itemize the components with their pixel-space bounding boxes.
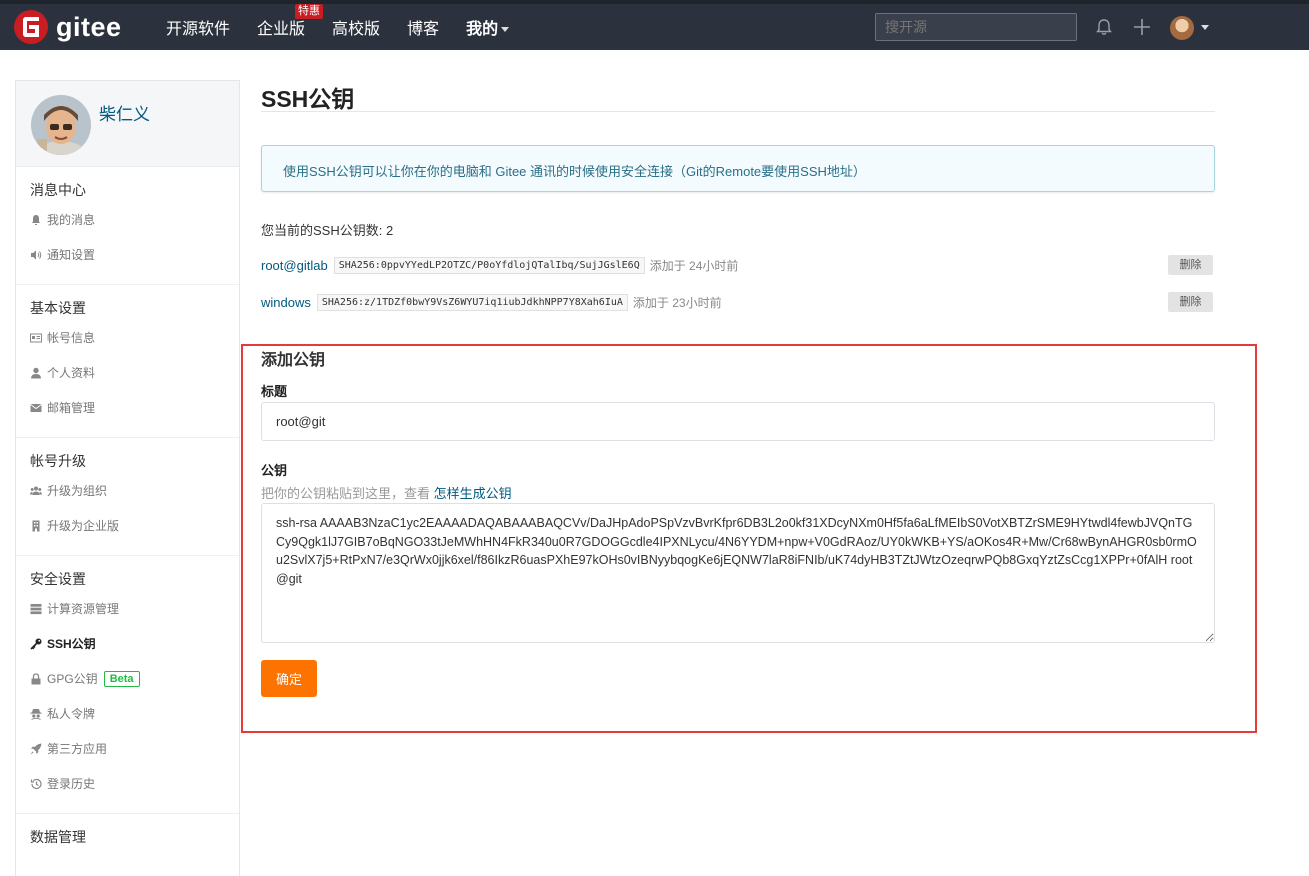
gitee-logo[interactable]: gitee <box>14 10 122 44</box>
nav-links: 开源软件 企业版 特惠 高校版 博客 我的 <box>166 4 536 50</box>
sidebar-group-upgrade: 帐号升级 升级为组织 升级为企业版 <box>16 438 239 556</box>
page-title: SSH公钥 <box>261 86 355 112</box>
sidebar-item-label: 邮箱管理 <box>47 401 96 415</box>
chevron-down-icon[interactable] <box>1201 25 1209 30</box>
sidebar-item-profile[interactable]: 个人资料 <box>16 363 239 398</box>
title-field-label: 标题 <box>261 384 288 399</box>
ssh-key-row: root@gitlab SHA256:0ppvYYedLP2OTZC/P0oYf… <box>261 255 1213 275</box>
sidebar-item-label: 升级为企业版 <box>47 519 120 533</box>
server-icon <box>30 604 42 615</box>
bell-icon[interactable] <box>1094 17 1114 37</box>
ssh-key-name[interactable]: root@gitlab <box>261 258 328 273</box>
sidebar-user-card: 柴仁义 <box>16 81 239 167</box>
beta-badge: Beta <box>103 671 140 687</box>
sidebar-item-private-tokens[interactable]: 私人令牌 <box>16 704 239 739</box>
ssh-key-count: 您当前的SSH公钥数: 2 <box>261 223 394 238</box>
rocket-icon <box>30 743 42 755</box>
users-icon <box>30 486 42 495</box>
spy-icon <box>30 709 42 720</box>
sidebar-item-label: 第三方应用 <box>47 742 108 756</box>
settings-sidebar: 柴仁义 消息中心 我的消息 通知设置 基本设置 帐号信息 个人资料 邮箱管理 帐… <box>15 80 240 876</box>
sidebar-group-messages: 消息中心 我的消息 通知设置 <box>16 167 239 285</box>
sidebar-item-label: 私人令牌 <box>47 707 96 721</box>
title-divider <box>261 111 1215 112</box>
ssh-key-added-time: 添加于 24小时前 <box>649 258 739 273</box>
sidebar-item-my-messages[interactable]: 我的消息 <box>16 210 239 245</box>
key-icon <box>30 638 42 650</box>
add-key-heading: 添加公钥 <box>261 352 326 369</box>
sidebar-item-label: 通知设置 <box>47 248 96 262</box>
user-icon <box>31 367 41 379</box>
sidebar-group-title: 消息中心 <box>30 182 86 198</box>
sidebar-item-label: 计算资源管理 <box>47 602 120 616</box>
gitee-logo-icon <box>14 10 48 44</box>
sidebar-item-gpg-keys[interactable]: GPG公钥 Beta <box>16 669 239 704</box>
bell-icon <box>32 215 40 225</box>
nav-education[interactable]: 高校版 <box>332 15 380 39</box>
lock-icon <box>31 673 41 685</box>
delete-key-button[interactable]: 删除 <box>1168 292 1213 312</box>
sidebar-item-compute-resources[interactable]: 计算资源管理 <box>16 599 239 634</box>
sidebar-item-third-party-apps[interactable]: 第三方应用 <box>16 739 239 774</box>
sidebar-group-title: 帐号升级 <box>30 453 86 469</box>
key-field-label: 公钥 <box>261 463 288 478</box>
avatar[interactable] <box>31 95 91 155</box>
sidebar-group-title: 基本设置 <box>30 300 86 316</box>
building-icon <box>32 520 40 532</box>
sidebar-item-label: 升级为组织 <box>47 484 108 498</box>
sidebar-item-label: 帐号信息 <box>47 331 96 345</box>
sidebar-item-account-info[interactable]: 帐号信息 <box>16 328 239 363</box>
sidebar-group-basic: 基本设置 帐号信息 个人资料 邮箱管理 <box>16 285 239 438</box>
search-input[interactable] <box>875 13 1077 41</box>
ssh-key-fingerprint: SHA256:0ppvYYedLP2OTZC/P0oYfdlojQTalIbq/… <box>333 256 645 274</box>
sidebar-item-ssh-keys[interactable]: SSH公钥 <box>16 634 239 669</box>
sidebar-item-label: 登录历史 <box>47 777 96 791</box>
promo-badge: 特惠 <box>295 4 324 19</box>
speaker-icon <box>31 250 42 260</box>
mail-icon <box>30 404 42 412</box>
sidebar-group-title: 安全设置 <box>30 571 86 587</box>
nav-mine[interactable]: 我的 <box>466 15 510 39</box>
confirm-button[interactable]: 确定 <box>261 660 317 697</box>
key-hint-text: 把你的公钥粘贴到这里，查看 <box>261 486 434 501</box>
nav-enterprise[interactable]: 企业版 特惠 <box>257 4 324 39</box>
sidebar-item-upgrade-enterprise[interactable]: 升级为企业版 <box>16 516 239 551</box>
avatar[interactable] <box>1170 16 1194 40</box>
nav-open-source[interactable]: 开源软件 <box>166 15 230 39</box>
info-message: 使用SSH公钥可以让你在你的电脑和 Gitee 通讯的时候使用安全连接（Git的… <box>261 145 1215 192</box>
sidebar-item-label: GPG公钥 <box>47 672 98 686</box>
sidebar-item-upgrade-org[interactable]: 升级为组织 <box>16 481 239 516</box>
public-key-textarea[interactable]: ssh-rsa AAAAB3NzaC1yc2EAAAADAQABAAABAQCV… <box>261 503 1215 643</box>
nav-mine-label: 我的 <box>466 21 499 38</box>
chevron-down-icon <box>501 27 510 33</box>
sidebar-item-label: 我的消息 <box>47 213 96 227</box>
sidebar-group-title: 数据管理 <box>30 829 86 845</box>
key-title-input[interactable] <box>261 402 1215 441</box>
brand-name: gitee <box>56 11 122 42</box>
how-to-generate-key-link[interactable]: 怎样生成公钥 <box>434 486 512 501</box>
sidebar-username[interactable]: 柴仁义 <box>99 100 150 125</box>
sidebar-item-notification-settings[interactable]: 通知设置 <box>16 245 239 280</box>
nav-enterprise-label: 企业版 <box>257 21 306 38</box>
id-card-icon <box>30 333 42 343</box>
sidebar-group-data: 数据管理 <box>16 814 239 861</box>
sidebar-item-label: SSH公钥 <box>47 637 96 651</box>
ssh-key-added-time: 添加于 23小时前 <box>632 295 722 310</box>
plus-icon[interactable] <box>1132 17 1152 37</box>
sidebar-item-email[interactable]: 邮箱管理 <box>16 398 239 433</box>
sidebar-item-label: 个人资料 <box>47 366 96 380</box>
ssh-key-row: windows SHA256:z/1TDZf0bwY9VsZ6WYU7iq1iu… <box>261 292 1213 312</box>
key-hint: 把你的公钥粘贴到这里，查看 怎样生成公钥 <box>261 483 512 502</box>
sidebar-group-security: 安全设置 计算资源管理 SSH公钥 GPG公钥 Beta 私人令牌 第三方应用 … <box>16 556 239 814</box>
history-icon <box>30 778 42 790</box>
sidebar-item-login-history[interactable]: 登录历史 <box>16 774 239 809</box>
ssh-key-fingerprint: SHA256:z/1TDZf0bwY9VsZ6WYU7iq1iubJdkhNPP… <box>316 293 628 311</box>
nav-blog[interactable]: 博客 <box>407 15 439 39</box>
top-navbar: gitee 开源软件 企业版 特惠 高校版 博客 我的 <box>0 0 1309 50</box>
delete-key-button[interactable]: 删除 <box>1168 255 1213 275</box>
ssh-key-name[interactable]: windows <box>261 295 311 310</box>
